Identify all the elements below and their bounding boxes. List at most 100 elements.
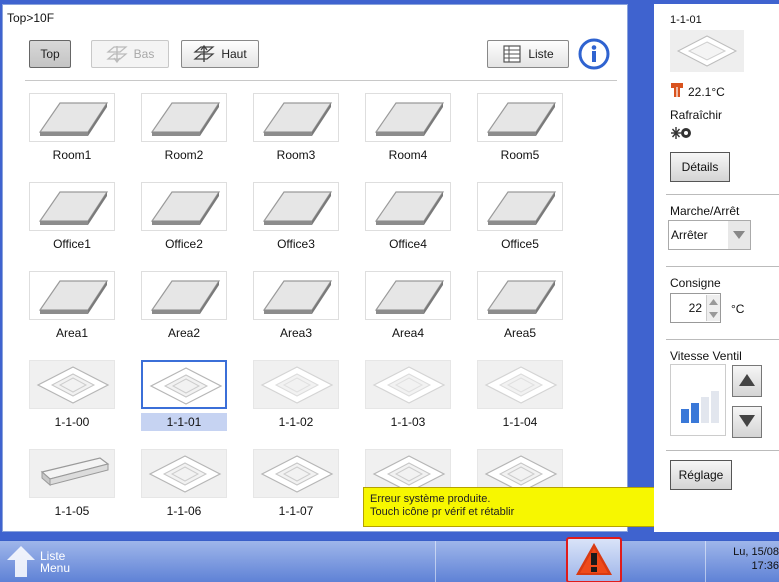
info-icon[interactable] <box>578 38 610 70</box>
floor-group-icon <box>477 93 563 142</box>
floor-group-icon <box>141 93 227 142</box>
unit-tile[interactable]: Room3 <box>247 90 347 170</box>
floor-group-icon <box>29 93 115 142</box>
onoff-select-value: Arrêter <box>671 228 708 242</box>
unit-tile[interactable]: Area1 <box>23 268 123 348</box>
unit-tile[interactable]: Area4 <box>359 268 459 348</box>
unit-tile[interactable]: Office2 <box>135 179 235 259</box>
alarm-button[interactable] <box>566 537 622 582</box>
error-toast[interactable]: Erreur système produite. Touch icône pr … <box>363 487 701 527</box>
list-menu-button[interactable]: Liste Menu <box>6 543 96 581</box>
toast-line-2: Touch icône pr vérif et rétablir <box>370 506 515 518</box>
floor-group-icon <box>141 182 227 231</box>
unit-tile-label: Room2 <box>164 148 204 162</box>
haut-button[interactable]: Haut <box>181 40 259 68</box>
unit-tile[interactable]: Room1 <box>23 90 123 170</box>
setpoint-value: 22 <box>688 301 702 315</box>
cooling-mode-icon <box>670 126 692 143</box>
floor-group-icon <box>477 271 563 320</box>
setpoint-unit: °C <box>731 302 745 316</box>
bas-button[interactable]: Bas <box>91 40 169 68</box>
floor-group-icon <box>365 271 451 320</box>
floor-up-icon <box>193 44 215 64</box>
floor-group-icon <box>365 93 451 142</box>
unit-tile-label: Room1 <box>52 148 92 162</box>
clock-time: 17:36 <box>751 560 779 572</box>
section-divider <box>666 194 779 195</box>
thermometer-icon <box>670 82 684 101</box>
unit-tile-label: 1-1-07 <box>278 504 314 518</box>
unit-tile-label: Office5 <box>501 237 539 251</box>
bas-button-label: Bas <box>133 47 155 61</box>
unit-tile-label: 1-1-02 <box>278 415 314 429</box>
main-panel: Top>10F Top Bas Haut Liste Room1 Room2 R… <box>2 4 701 532</box>
unit-tile-label: Area4 <box>391 326 425 340</box>
fan-speed-indicator <box>670 364 726 436</box>
haut-button-label: Haut <box>221 47 247 61</box>
spin-up-icon[interactable] <box>707 295 720 308</box>
fan-level-bar <box>691 403 699 423</box>
unit-tile-label: Area2 <box>167 326 201 340</box>
unit-tile-label: 1-1-06 <box>166 504 202 518</box>
unit-tile[interactable]: 1-1-02 <box>247 357 347 437</box>
floor-group-icon <box>253 182 339 231</box>
fan-speed-up-button[interactable] <box>732 365 762 397</box>
unit-tile[interactable]: Office3 <box>247 179 347 259</box>
unit-tile[interactable]: 1-1-01 <box>135 357 235 437</box>
unit-tile-label: 1-1-04 <box>502 415 538 429</box>
unit-tile[interactable]: Office5 <box>471 179 571 259</box>
clock-date: Lu, 15/08 <box>733 546 779 558</box>
section-divider <box>666 339 779 340</box>
spin-down-icon[interactable] <box>707 308 720 321</box>
top-button[interactable]: Top <box>29 40 71 68</box>
unit-tile-label: Office1 <box>53 237 91 251</box>
setpoint-spinner[interactable] <box>706 295 720 321</box>
unit-tile[interactable]: 1-1-07 <box>247 446 347 526</box>
chevron-down-icon <box>728 221 750 249</box>
unit-tile-label: Room3 <box>276 148 316 162</box>
liste-button-label: Liste <box>528 47 554 61</box>
unit-tile[interactable]: Area2 <box>135 268 235 348</box>
details-button[interactable]: Détails <box>670 152 730 182</box>
unit-tile[interactable]: 1-1-06 <box>135 446 235 526</box>
unit-tile[interactable]: Office4 <box>359 179 459 259</box>
unit-tile[interactable]: 1-1-04 <box>471 357 571 437</box>
unit-tile[interactable]: 1-1-03 <box>359 357 459 437</box>
floor-group-icon <box>29 182 115 231</box>
unit-tile-label: Area3 <box>279 326 313 340</box>
taskbar: Liste Menu Lu, 15/08 17:36 <box>0 537 779 582</box>
unit-tile-label: Office4 <box>389 237 427 251</box>
top-button-label: Top <box>40 47 60 61</box>
unit-tile[interactable]: Room5 <box>471 90 571 170</box>
setting-button-label: Réglage <box>678 468 724 482</box>
unit-thumbnail <box>670 30 744 72</box>
unit-tile[interactable]: 1-1-05 <box>23 446 123 526</box>
taskbar-divider <box>435 541 436 582</box>
unit-tile-label: Room5 <box>500 148 540 162</box>
unit-tile[interactable]: Office1 <box>23 179 123 259</box>
unit-tile[interactable]: Area3 <box>247 268 347 348</box>
fan-speed-down-button[interactable] <box>732 406 762 438</box>
fan-level-bar <box>681 409 689 423</box>
liste-button[interactable]: Liste <box>487 40 569 68</box>
floor-group-icon <box>365 182 451 231</box>
unit-tile[interactable]: Room4 <box>359 90 459 170</box>
section-divider <box>666 266 779 267</box>
unit-tile[interactable]: 1-1-00 <box>23 357 123 437</box>
temperature-row: 22.1°C <box>670 82 725 101</box>
unit-tile[interactable]: Room2 <box>135 90 235 170</box>
unit-detail-panel: 1-1-01 22.1°C Rafraîchir Détails Marche/… <box>654 4 779 532</box>
cassette-unit-icon <box>365 360 451 409</box>
onoff-select[interactable]: Arrêter <box>668 220 751 250</box>
cassette-unit-icon <box>477 360 563 409</box>
clock: Lu, 15/08 17:36 <box>708 545 779 573</box>
floor-group-icon <box>253 271 339 320</box>
unit-tile[interactable]: Area5 <box>471 268 571 348</box>
setting-button[interactable]: Réglage <box>670 460 732 490</box>
ceiling-unit-icon <box>29 449 115 498</box>
unit-tile-label: 1-1-01 <box>141 413 227 431</box>
setpoint-title: Consigne <box>670 276 721 290</box>
toolbar: Top Bas Haut Liste <box>3 5 627 85</box>
setpoint-stepper[interactable]: 22 <box>670 293 721 323</box>
list-icon <box>502 44 522 64</box>
